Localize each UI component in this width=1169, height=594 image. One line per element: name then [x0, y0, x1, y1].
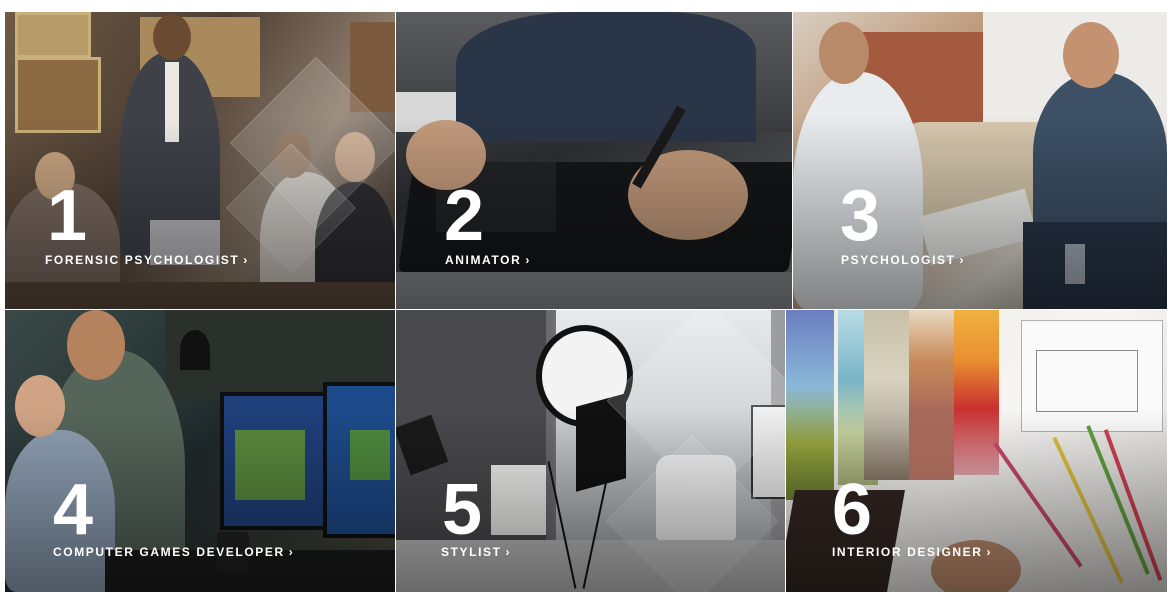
chevron-right-icon: ›: [986, 545, 993, 559]
tile-label-link[interactable]: STYLIST ›: [441, 545, 511, 559]
tile-label: ANIMATOR: [445, 253, 522, 267]
career-tile-interior-designer[interactable]: 6 INTERIOR DESIGNER ›: [786, 310, 1167, 592]
chevron-right-icon: ›: [243, 253, 249, 267]
tile-label-link[interactable]: COMPUTER GAMES DEVELOPER ›: [53, 545, 294, 559]
tile-number: 6: [832, 470, 872, 550]
chevron-right-icon: ›: [959, 253, 966, 267]
chevron-right-icon: ›: [525, 253, 531, 267]
career-tile-psychologist[interactable]: 3 PSYCHOLOGIST ›: [793, 12, 1167, 309]
career-tile-animator[interactable]: 2 ANIMATOR ›: [396, 12, 792, 309]
tile-label-link[interactable]: FORENSIC PSYCHOLOGIST ›: [45, 253, 249, 267]
career-tile-forensic-psychologist[interactable]: 1 FORENSIC PSYCHOLOGIST ›: [5, 12, 395, 309]
tile-number: 2: [444, 176, 484, 256]
chevron-right-icon: ›: [505, 545, 512, 559]
tile-label: PSYCHOLOGIST: [841, 253, 956, 267]
tile-number: 5: [442, 470, 482, 550]
chevron-right-icon: ›: [288, 545, 295, 559]
tile-number: 3: [840, 176, 880, 256]
careers-grid: 1 FORENSIC PSYCHOLOGIST › 2 ANIMATOR › 3…: [5, 12, 1167, 592]
career-tile-stylist[interactable]: 5 STYLIST ›: [396, 310, 785, 592]
tile-label: COMPUTER GAMES DEVELOPER: [53, 545, 285, 559]
tile-label-link[interactable]: INTERIOR DESIGNER ›: [832, 545, 992, 559]
tile-label: FORENSIC PSYCHOLOGIST: [45, 253, 240, 267]
career-tile-computer-games-developer[interactable]: 4 COMPUTER GAMES DEVELOPER ›: [5, 310, 395, 592]
tile-label-link[interactable]: ANIMATOR ›: [445, 253, 531, 267]
tile-label-link[interactable]: PSYCHOLOGIST ›: [841, 253, 965, 267]
tile-label: INTERIOR DESIGNER: [832, 545, 983, 559]
tile-number: 1: [47, 176, 87, 256]
tile-label: STYLIST: [441, 545, 502, 559]
tile-number: 4: [53, 470, 93, 550]
